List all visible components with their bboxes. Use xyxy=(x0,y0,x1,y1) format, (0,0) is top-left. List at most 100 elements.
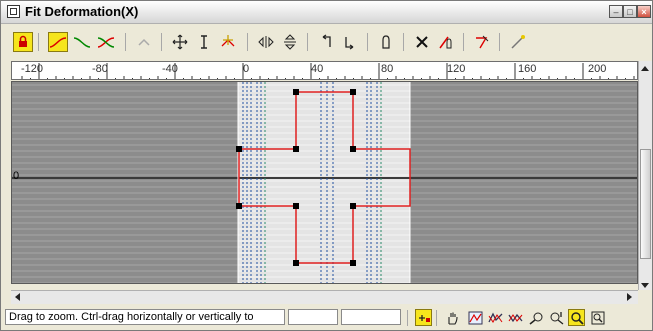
toolbar-separator xyxy=(38,33,39,51)
ruler-label: -120 xyxy=(21,63,44,75)
mirror-horizontal-icon xyxy=(258,36,274,48)
control-point xyxy=(236,203,242,209)
move-icon xyxy=(172,34,188,50)
scroll-right-arrow-icon[interactable] xyxy=(627,293,632,301)
ruler-label: 160 xyxy=(518,63,537,75)
magnifier-icon xyxy=(570,311,584,325)
lock-aspect-button[interactable] xyxy=(415,309,432,326)
zoom-vertical-extents-icon xyxy=(508,313,523,322)
ruler-label: 200 xyxy=(588,63,607,75)
scroll-down-arrow-icon[interactable] xyxy=(641,283,649,288)
window-icon[interactable] xyxy=(7,5,20,18)
control-point xyxy=(293,146,299,152)
lock-key-icon xyxy=(19,35,27,47)
rotate-90-cw-button[interactable] xyxy=(340,32,360,52)
zoom-vertical-icon xyxy=(550,311,564,325)
delete-curve-button[interactable] xyxy=(436,32,456,52)
swap-curves-button[interactable] xyxy=(134,32,154,52)
zoom-horizontal-extents-icon xyxy=(488,312,503,323)
toolbar-separator xyxy=(161,33,162,51)
minimize-button[interactable]: – xyxy=(609,5,623,18)
rotate-cw-icon xyxy=(345,37,354,50)
control-point xyxy=(293,203,299,209)
get-shape-button[interactable] xyxy=(472,32,492,52)
zoom-vertically-button[interactable] xyxy=(548,309,565,326)
display-xy-axes-button[interactable] xyxy=(96,32,116,52)
insert-point-icon xyxy=(221,35,235,47)
zoom-region-button[interactable] xyxy=(589,309,606,326)
insert-corner-point-button[interactable] xyxy=(218,32,238,52)
mirror-horizontally-button[interactable] xyxy=(256,32,276,52)
delete-control-point-button[interactable] xyxy=(376,32,396,52)
rotate-ccw-icon xyxy=(322,34,331,47)
status-bar: Drag to zoom. Ctrl-drag horizontally or … xyxy=(1,306,652,330)
rotate-90-ccw-button[interactable] xyxy=(316,32,336,52)
scale-control-point-button[interactable] xyxy=(194,32,214,52)
swap-curves-icon xyxy=(138,38,150,46)
zoom-horizontally-button[interactable] xyxy=(528,309,545,326)
display-y-axis-button[interactable] xyxy=(72,32,92,52)
toolbar-separator xyxy=(367,33,368,51)
reset-curve-button[interactable] xyxy=(412,32,432,52)
control-point xyxy=(350,146,356,152)
maximize-button[interactable]: □ xyxy=(623,5,637,18)
statusbar-separator xyxy=(436,310,437,326)
fit-deformation-window: Fit Deformation(X) – □ × -120 -80 -40 0 … xyxy=(0,0,653,331)
horizontal-ruler[interactable]: -120 -80 -40 0 40 80 120 160 200 xyxy=(11,61,638,80)
control-point xyxy=(350,89,356,95)
control-point xyxy=(293,89,299,95)
delete-curve-icon xyxy=(439,36,452,49)
red-green-curves-icon xyxy=(97,37,115,48)
zoom-horizontal-icon xyxy=(529,312,543,325)
zoom-region-icon xyxy=(591,311,604,324)
control-point xyxy=(236,146,242,152)
window-title: Fit Deformation(X) xyxy=(25,4,139,19)
y-axis-label: 0 xyxy=(13,170,20,182)
make-symmetrical-button[interactable] xyxy=(13,32,33,52)
vertical-scroll-thumb[interactable] xyxy=(640,149,651,259)
active-region xyxy=(238,82,410,283)
curve-graph[interactable] xyxy=(11,81,638,284)
control-point xyxy=(350,260,356,266)
ruler-label: -40 xyxy=(162,63,178,75)
title-bar[interactable]: Fit Deformation(X) – □ × xyxy=(1,1,652,24)
red-curve-icon xyxy=(49,37,67,48)
zoom-extents-icon xyxy=(468,311,483,324)
scroll-up-arrow-icon[interactable] xyxy=(641,66,649,71)
generate-path-icon xyxy=(511,35,525,49)
toolbar-separator xyxy=(463,33,464,51)
zoom-horizontal-extents-button[interactable] xyxy=(487,309,504,326)
zoom-button[interactable] xyxy=(568,309,585,326)
scroll-left-arrow-icon[interactable] xyxy=(15,293,20,301)
y-value-field[interactable] xyxy=(341,309,401,325)
graph-canvas[interactable] xyxy=(12,82,638,284)
pan-button[interactable] xyxy=(443,309,460,326)
control-point xyxy=(293,260,299,266)
toolbar-separator xyxy=(499,33,500,51)
toolbar-separator xyxy=(125,33,126,51)
zoom-extents-button[interactable] xyxy=(467,309,484,326)
get-shape-icon xyxy=(476,35,489,49)
toolbar xyxy=(1,24,652,60)
ruler-label: 0 xyxy=(243,63,250,75)
delete-point-icon xyxy=(382,35,390,49)
move-control-point-button[interactable] xyxy=(170,32,190,52)
ruler-label: 120 xyxy=(447,63,466,75)
green-curve-icon xyxy=(73,37,91,48)
horizontal-scrollbar[interactable] xyxy=(11,290,638,304)
mirror-vertically-button[interactable] xyxy=(280,32,300,52)
lock-aspect-icon xyxy=(418,314,430,322)
close-button[interactable]: × xyxy=(637,5,651,18)
display-x-axis-button[interactable] xyxy=(48,32,68,52)
status-prompt: Drag to zoom. Ctrl-drag horizontally or … xyxy=(5,309,285,325)
ruler-label: -80 xyxy=(92,63,108,75)
mirror-vertical-icon xyxy=(284,34,296,50)
generate-path-button[interactable] xyxy=(508,32,528,52)
zoom-vertical-extents-button[interactable] xyxy=(507,309,524,326)
x-value-field[interactable] xyxy=(288,309,338,325)
vertical-scrollbar[interactable] xyxy=(638,61,652,290)
reset-icon xyxy=(416,36,428,48)
ruler-label: 40 xyxy=(311,63,324,75)
hand-icon xyxy=(447,312,458,325)
toolbar-separator xyxy=(403,33,404,51)
